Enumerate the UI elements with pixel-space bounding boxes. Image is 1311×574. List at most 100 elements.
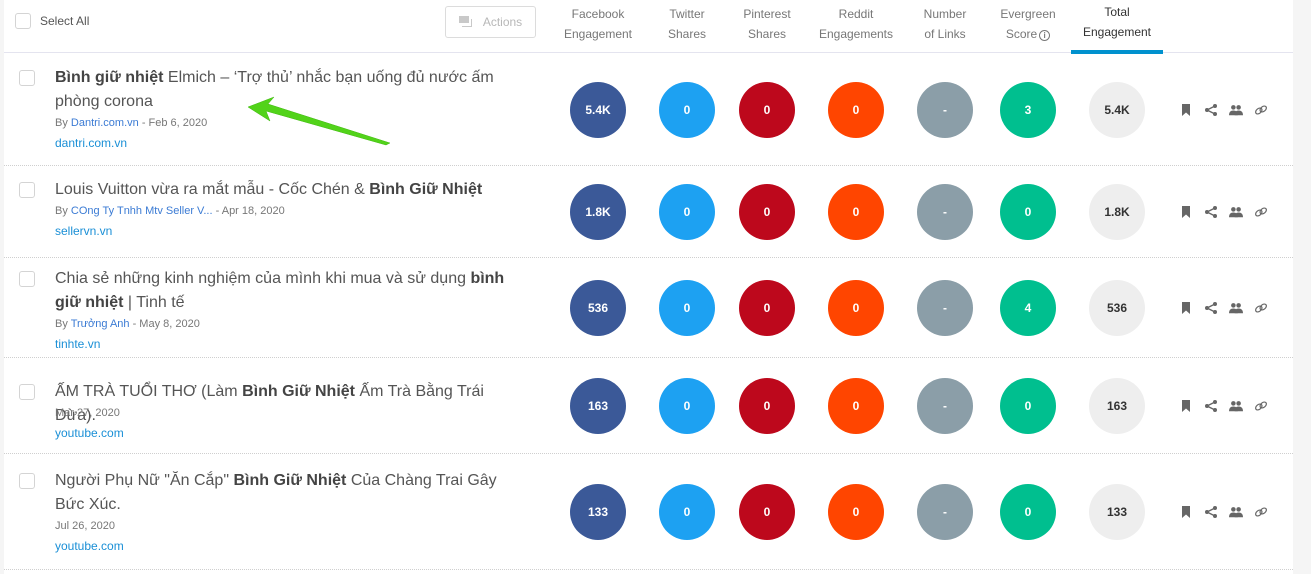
by-label: By [55, 318, 71, 330]
reddit-engagements-badge[interactable]: 0 [828, 184, 884, 240]
row-actions [1179, 103, 1268, 117]
total-engagement-badge[interactable]: 536 [1089, 280, 1145, 336]
select-all-checkbox[interactable]: Select All [15, 13, 89, 29]
evergreen-score-badge[interactable]: 4 [1000, 280, 1056, 336]
row-checkbox[interactable] [19, 473, 35, 489]
article-title-link[interactable]: ẤM TRÀ TUỔI THƠ (Làm Bình Giữ Nhiệt Ấm T… [55, 380, 525, 428]
evergreen-score-badge[interactable]: 0 [1000, 378, 1056, 434]
article-meta: By Trưởng Anh - May 8, 2020 [55, 317, 200, 331]
facebook-engagement-badge[interactable]: 163 [570, 378, 626, 434]
column-header-links[interactable]: Number of Links [900, 4, 990, 44]
facebook-engagement-badge[interactable]: 536 [570, 280, 626, 336]
domain-link[interactable]: youtube.com [55, 539, 124, 553]
twitter-shares-badge[interactable]: 0 [659, 280, 715, 336]
column-header-total[interactable]: Total Engagement [1072, 2, 1162, 42]
info-icon[interactable]: i [1039, 30, 1051, 41]
number-of-links-badge[interactable]: - [917, 184, 973, 240]
row-checkbox[interactable] [19, 384, 35, 400]
title-text: Chia sẻ những kinh nghiệm của mình khi m… [55, 270, 471, 287]
column-header-pinterest[interactable]: Pinterest Shares [722, 4, 812, 44]
link-icon[interactable] [1254, 103, 1268, 117]
evergreen-score-badge[interactable]: 0 [1000, 184, 1056, 240]
row-checkbox[interactable] [19, 182, 35, 198]
share-icon[interactable] [1204, 103, 1218, 117]
share-icon[interactable] [1204, 399, 1218, 413]
pinterest-shares-badge[interactable]: 0 [739, 82, 795, 138]
twitter-shares-badge[interactable]: 0 [659, 184, 715, 240]
link-icon[interactable] [1254, 399, 1268, 413]
bookmark-icon[interactable] [1179, 301, 1193, 315]
title-text: Người Phụ Nữ "Ăn Cắp" [55, 472, 234, 489]
annotation-arrow-icon [247, 96, 391, 146]
reddit-engagements-badge[interactable]: 0 [828, 378, 884, 434]
facebook-engagement-badge[interactable]: 133 [570, 484, 626, 540]
users-icon[interactable] [1229, 399, 1243, 413]
link-icon[interactable] [1254, 205, 1268, 219]
facebook-engagement-badge[interactable]: 1.8K [570, 184, 626, 240]
total-engagement-badge[interactable]: 1.8K [1089, 184, 1145, 240]
bookmark-icon[interactable] [1179, 205, 1193, 219]
twitter-shares-badge[interactable]: 0 [659, 378, 715, 434]
users-icon[interactable] [1229, 301, 1243, 315]
row-checkbox[interactable] [19, 70, 35, 86]
bookmark-icon[interactable] [1179, 103, 1193, 117]
share-icon[interactable] [1204, 301, 1218, 315]
domain-link[interactable]: tinhte.vn [55, 337, 100, 351]
link-icon[interactable] [1254, 301, 1268, 315]
article-meta: By COng Ty Tnhh Mtv Seller V... - Apr 18… [55, 204, 285, 218]
title-keyword: Bình giữ nhiệt [55, 69, 164, 86]
actions-icon [458, 16, 473, 28]
title-text: | Tinh tế [123, 294, 185, 311]
bookmark-icon[interactable] [1179, 505, 1193, 519]
article-title-link[interactable]: Louis Vuitton vừa ra mắt mẫu - Cốc Chén … [55, 178, 525, 202]
number-of-links-badge[interactable]: - [917, 280, 973, 336]
row-actions [1179, 505, 1268, 519]
checkbox[interactable] [15, 13, 31, 29]
column-header-facebook[interactable]: Facebook Engagement [553, 4, 643, 44]
author-link[interactable]: COng Ty Tnhh Mtv Seller V... [71, 205, 213, 217]
number-of-links-badge[interactable]: - [917, 82, 973, 138]
pinterest-shares-badge[interactable]: 0 [739, 484, 795, 540]
domain-link[interactable]: dantri.com.vn [55, 136, 127, 150]
reddit-engagements-badge[interactable]: 0 [828, 484, 884, 540]
table-row: Người Phụ Nữ "Ăn Cắp" Bình Giữ Nhiệt Của… [4, 454, 1293, 570]
row-actions [1179, 205, 1268, 219]
column-header-line: Shares [747, 27, 787, 41]
author-link[interactable]: Dantri.com.vn [71, 117, 139, 129]
link-icon[interactable] [1254, 505, 1268, 519]
column-header-line: Twitter [669, 7, 705, 21]
pinterest-shares-badge[interactable]: 0 [739, 184, 795, 240]
facebook-engagement-badge[interactable]: 5.4K [570, 82, 626, 138]
actions-button[interactable]: Actions [445, 6, 536, 38]
row-actions [1179, 399, 1268, 413]
column-header-evergreen[interactable]: Evergreen Score i [983, 4, 1073, 44]
pinterest-shares-badge[interactable]: 0 [739, 280, 795, 336]
reddit-engagements-badge[interactable]: 0 [828, 82, 884, 138]
twitter-shares-badge[interactable]: 0 [659, 484, 715, 540]
total-engagement-badge[interactable]: 5.4K [1089, 82, 1145, 138]
reddit-engagements-badge[interactable]: 0 [828, 280, 884, 336]
total-engagement-badge[interactable]: 163 [1089, 378, 1145, 434]
share-icon[interactable] [1204, 505, 1218, 519]
column-header-line: Facebook [571, 7, 625, 21]
evergreen-score-badge[interactable]: 0 [1000, 484, 1056, 540]
total-engagement-badge[interactable]: 133 [1089, 484, 1145, 540]
evergreen-score-badge[interactable]: 3 [1000, 82, 1056, 138]
number-of-links-badge[interactable]: - [917, 484, 973, 540]
share-icon[interactable] [1204, 205, 1218, 219]
author-link[interactable]: Trưởng Anh [71, 318, 130, 330]
column-header-reddit[interactable]: Reddit Engagements [811, 4, 901, 44]
article-title-link[interactable]: Chia sẻ những kinh nghiệm của mình khi m… [55, 267, 525, 315]
domain-link[interactable]: sellervn.vn [55, 224, 112, 238]
twitter-shares-badge[interactable]: 0 [659, 82, 715, 138]
column-header-twitter[interactable]: Twitter Shares [642, 4, 732, 44]
users-icon[interactable] [1229, 205, 1243, 219]
bookmark-icon[interactable] [1179, 399, 1193, 413]
number-of-links-badge[interactable]: - [917, 378, 973, 434]
row-checkbox[interactable] [19, 271, 35, 287]
article-title-link[interactable]: Người Phụ Nữ "Ăn Cắp" Bình Giữ Nhiệt Của… [55, 469, 525, 517]
domain-link[interactable]: youtube.com [55, 426, 124, 440]
pinterest-shares-badge[interactable]: 0 [739, 378, 795, 434]
users-icon[interactable] [1229, 505, 1243, 519]
users-icon[interactable] [1229, 103, 1243, 117]
